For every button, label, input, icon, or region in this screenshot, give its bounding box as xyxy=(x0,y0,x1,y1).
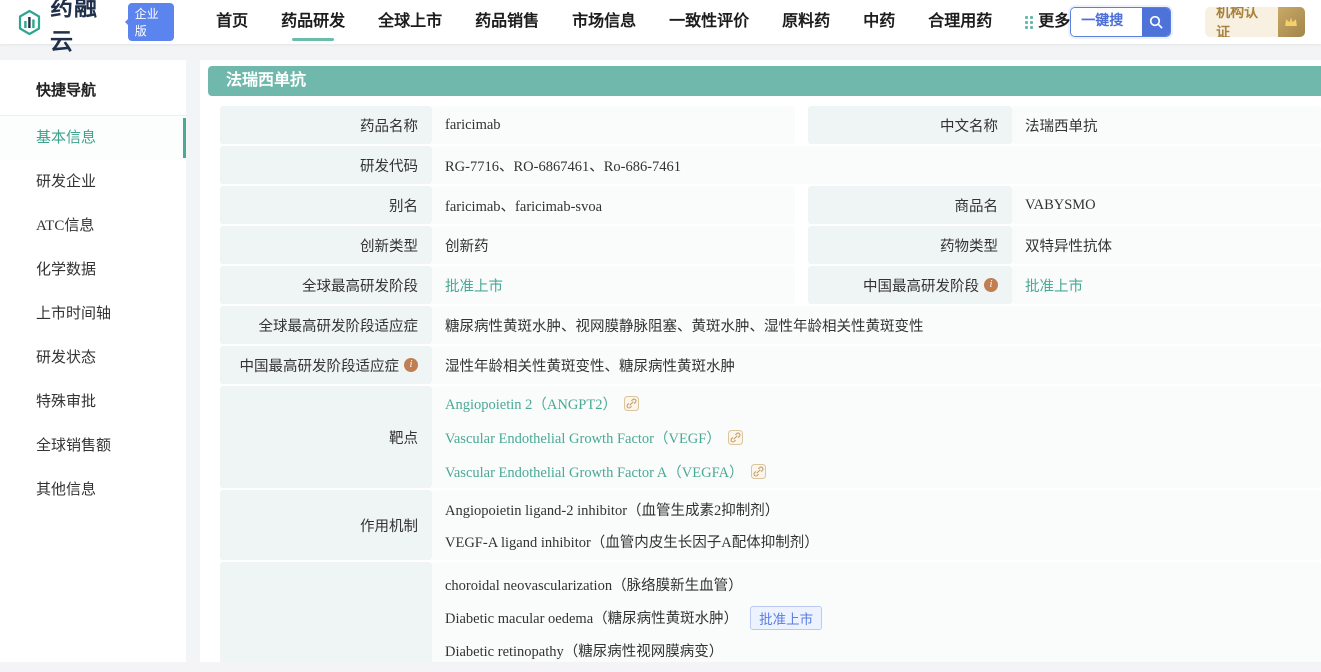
nav-item-market-info[interactable]: 市场信息 xyxy=(572,0,636,44)
table-row: 中国最高研发阶段适应症 i 湿性年龄相关性黄斑变性、糖尿病性黄斑水肿 xyxy=(220,346,1321,384)
table-row-targets: 靶点 Angiopoietin 2（ANGPT2） Vascular Endot… xyxy=(220,386,1321,488)
sidebar-title: 快捷导航 xyxy=(0,60,186,116)
info-icon[interactable]: i xyxy=(404,358,418,372)
field-value-moa: Angiopoietin ligand-2 inhibitor（血管生成素2抑制… xyxy=(432,490,1321,560)
nav-item-consistency-eval[interactable]: 一致性评价 xyxy=(669,0,749,44)
field-value-global-phase-indications: 糖尿病性黄斑水肿、视网膜静脉阻塞、黄斑水肿、湿性年龄相关性黄斑变性 xyxy=(432,306,1321,344)
quick-nav-sidebar: 快捷导航 基本信息 研发企业 ATC信息 化学数据 上市时间轴 研发状态 特殊审… xyxy=(0,60,186,662)
field-label-cn-name: 中文名称 xyxy=(808,106,1012,144)
basic-info-table: 药品名称 faricimab 中文名称 法瑞西单抗 研发代码 RG-7716、R… xyxy=(220,106,1321,662)
brand-name: 药融云 xyxy=(50,0,115,56)
field-label-indications xyxy=(220,562,432,662)
moa-item: Angiopoietin ligand-2 inhibitor（血管生成素2抑制… xyxy=(445,493,1321,525)
nav-item-more[interactable]: 更多 xyxy=(1025,0,1070,44)
external-link-icon[interactable] xyxy=(751,464,766,479)
indication-text: Diabetic macular oedema（糖尿病性黄斑水肿） xyxy=(445,607,738,628)
field-value-global-highest-phase: 批准上市 xyxy=(432,266,795,304)
search-label: 一键搜索 xyxy=(1071,8,1142,36)
table-row-moa: 作用机制 Angiopoietin ligand-2 inhibitor（血管生… xyxy=(220,490,1321,560)
table-row-indications: choroidal neovascularization（脉络膜新生血管） Di… xyxy=(220,562,1321,662)
table-row: 研发代码 RG-7716、RO-6867461、Ro-686-7461 xyxy=(220,146,1321,184)
cert-label: 机构认证 xyxy=(1205,7,1278,37)
grid-dots-icon xyxy=(1025,16,1033,29)
field-value-cn-name: 法瑞西单抗 xyxy=(1012,106,1321,144)
sidebar-item-rd-companies[interactable]: 研发企业 xyxy=(0,160,186,204)
search-icon[interactable] xyxy=(1142,8,1170,36)
field-label-trade-name: 商品名 xyxy=(808,186,1012,224)
top-navbar: 药融云 企业版 首页 药品研发 全球上市 药品销售 市场信息 一致性评价 原料药… xyxy=(0,0,1321,44)
moa-item: VEGF-A ligand inhibitor（血管内皮生长因子A配体抑制剂） xyxy=(445,525,1321,557)
indication-item: Diabetic macular oedema（糖尿病性黄斑水肿） 批准上市 xyxy=(445,601,1321,634)
field-label-moa: 作用机制 xyxy=(220,490,432,560)
field-value-innovation-type: 创新药 xyxy=(432,226,795,264)
field-label-targets: 靶点 xyxy=(220,386,432,488)
org-certification-button[interactable]: 机构认证 xyxy=(1205,7,1305,37)
table-row: 全球最高研发阶段 批准上市 中国最高研发阶段 i 批准上市 xyxy=(220,266,1321,304)
nav-item-home[interactable]: 首页 xyxy=(216,0,248,44)
field-label-innovation-type: 创新类型 xyxy=(220,226,432,264)
nav-item-drug-sales[interactable]: 药品销售 xyxy=(475,0,539,44)
indication-item: choroidal neovascularization（脉络膜新生血管） xyxy=(445,568,1321,601)
table-row: 全球最高研发阶段适应症 糖尿病性黄斑水肿、视网膜静脉阻塞、黄斑水肿、湿性年龄相关… xyxy=(220,306,1321,344)
nav-more-label: 更多 xyxy=(1038,0,1070,44)
field-label-rd-code: 研发代码 xyxy=(220,146,432,184)
field-label-drug-type: 药物类型 xyxy=(808,226,1012,264)
indication-item: Diabetic retinopathy（糖尿病性视网膜病变） xyxy=(445,634,1321,662)
sidebar-item-chemical-data[interactable]: 化学数据 xyxy=(0,248,186,292)
field-label-china-phase-indications: 中国最高研发阶段适应症 i xyxy=(220,346,432,384)
field-label-alias: 别名 xyxy=(220,186,432,224)
field-value-trade-name: VABYSMO xyxy=(1012,186,1321,224)
field-value-indications: choroidal neovascularization（脉络膜新生血管） Di… xyxy=(432,562,1321,662)
enterprise-badge: 企业版 xyxy=(128,3,174,41)
field-value-drug-name: faricimab xyxy=(432,106,795,144)
sidebar-item-global-sales[interactable]: 全球销售额 xyxy=(0,424,186,468)
field-label-global-highest-phase: 全球最高研发阶段 xyxy=(220,266,432,304)
nav-item-global-launch[interactable]: 全球上市 xyxy=(378,0,442,44)
sidebar-item-rd-status[interactable]: 研发状态 xyxy=(0,336,186,380)
main-nav: 首页 药品研发 全球上市 药品销售 市场信息 一致性评价 原料药 中药 合理用药… xyxy=(216,0,1070,44)
table-row: 别名 faricimab、faricimab-svoa 商品名 VABYSMO xyxy=(220,186,1321,224)
field-value-alias: faricimab、faricimab-svoa xyxy=(432,186,795,224)
viewport-bottom-strip xyxy=(0,662,1321,672)
navbar-right: 一键搜索 机构认证 xyxy=(1070,7,1305,37)
target-link-vegfa[interactable]: Vascular Endothelial Growth Factor A（VEG… xyxy=(445,461,744,482)
field-value-china-phase-indications: 湿性年龄相关性黄斑变性、糖尿病性黄斑水肿 xyxy=(432,346,1321,384)
sidebar-item-special-approval[interactable]: 特殊审批 xyxy=(0,380,186,424)
sidebar-item-atc-info[interactable]: ATC信息 xyxy=(0,204,186,248)
approved-launch-link[interactable]: 批准上市 xyxy=(445,275,503,296)
logo-icon xyxy=(16,9,43,36)
nav-item-rational-use[interactable]: 合理用药 xyxy=(928,0,992,44)
china-phase-indications-label: 中国最高研发阶段适应症 xyxy=(240,355,400,376)
approved-launch-link[interactable]: 批准上市 xyxy=(1025,275,1083,296)
nav-item-drug-rd[interactable]: 药品研发 xyxy=(281,0,345,44)
quick-search-button[interactable]: 一键搜索 xyxy=(1070,7,1171,37)
china-highest-phase-label: 中国最高研发阶段 xyxy=(863,275,979,296)
target-link-vegf[interactable]: Vascular Endothelial Growth Factor（VEGF） xyxy=(445,427,721,448)
sidebar-item-other-info[interactable]: 其他信息 xyxy=(0,468,186,512)
status-badge-approved: 批准上市 xyxy=(750,606,822,630)
field-value-drug-type: 双特异性抗体 xyxy=(1012,226,1321,264)
field-value-china-highest-phase: 批准上市 xyxy=(1012,266,1321,304)
table-row: 药品名称 faricimab 中文名称 法瑞西单抗 xyxy=(220,106,1321,144)
table-row: 创新类型 创新药 药物类型 双特异性抗体 xyxy=(220,226,1321,264)
field-label-drug-name: 药品名称 xyxy=(220,106,432,144)
field-label-global-phase-indications: 全球最高研发阶段适应症 xyxy=(220,306,432,344)
field-value-rd-code: RG-7716、RO-6867461、Ro-686-7461 xyxy=(432,146,1321,184)
brand-logo[interactable]: 药融云 企业版 xyxy=(16,0,174,56)
sidebar-item-basic-info[interactable]: 基本信息 xyxy=(0,116,186,160)
sidebar-item-launch-timeline[interactable]: 上市时间轴 xyxy=(0,292,186,336)
crown-icon xyxy=(1278,7,1305,37)
target-link-angpt2[interactable]: Angiopoietin 2（ANGPT2） xyxy=(445,393,617,414)
external-link-icon[interactable] xyxy=(728,430,743,445)
page-title: 法瑞西单抗 xyxy=(208,66,1321,96)
external-link-icon[interactable] xyxy=(624,396,639,411)
nav-item-api[interactable]: 原料药 xyxy=(782,0,830,44)
field-value-targets: Angiopoietin 2（ANGPT2） Vascular Endothel… xyxy=(432,386,1321,488)
nav-item-tcm[interactable]: 中药 xyxy=(863,0,895,44)
field-label-china-highest-phase: 中国最高研发阶段 i xyxy=(808,266,1012,304)
drug-detail-card: 法瑞西单抗 药品名称 faricimab 中文名称 法瑞西单抗 研发代码 RG-… xyxy=(200,60,1321,662)
info-icon[interactable]: i xyxy=(984,278,998,292)
